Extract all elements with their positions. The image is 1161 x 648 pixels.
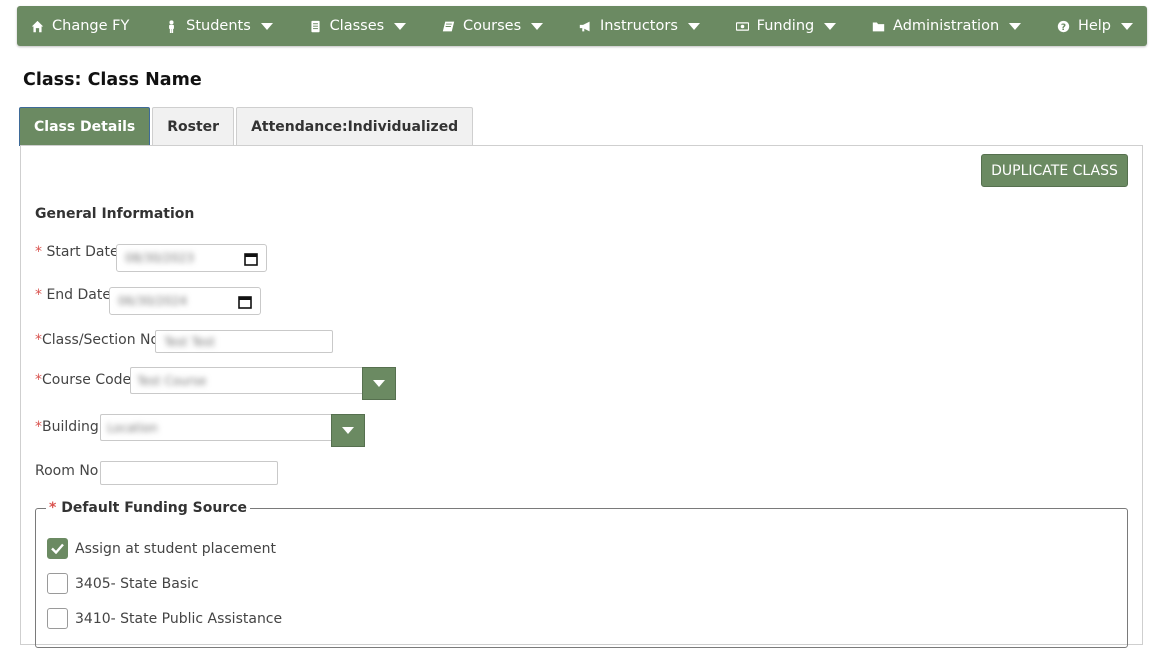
section-no-value: Test Test — [164, 334, 216, 349]
end-date-input[interactable]: 06/30/2024 — [109, 287, 261, 315]
course-code-dropdown-button[interactable] — [362, 367, 396, 400]
nav-funding[interactable]: Funding — [735, 18, 837, 34]
money-icon — [735, 21, 749, 31]
default-funding-source-legend-text: Default Funding Source — [61, 500, 248, 516]
checkbox-unchecked[interactable] — [47, 573, 68, 594]
nav-label: Instructors — [599, 18, 678, 34]
funding-option-label: 3410- State Public Assistance — [75, 610, 283, 627]
required-marker: * — [49, 500, 57, 516]
book-icon — [442, 21, 455, 31]
duplicate-class-button[interactable]: DUPLICATE CLASS — [981, 154, 1128, 187]
end-date-label: * End Date — [35, 287, 111, 303]
start-date-label-text: Start Date — [46, 244, 119, 260]
funding-option-assign-at-placement[interactable]: Assign at student placement — [47, 538, 276, 559]
start-date-label: * Start Date — [35, 244, 119, 260]
required-marker: * — [35, 244, 42, 260]
nav-label: Change FY — [52, 18, 130, 34]
section-no-input[interactable]: Test Test — [155, 330, 333, 353]
tab-class-details[interactable]: Class Details — [19, 107, 151, 146]
room-no-input[interactable] — [100, 461, 278, 485]
top-navigation-bar: Change FY Students Classes Courses Instr… — [17, 6, 1147, 46]
course-code-select[interactable]: Test Course — [130, 367, 363, 394]
section-no-label: *Class/Section No — [35, 332, 159, 348]
caret-down-icon — [394, 22, 407, 30]
tab-bar: Class Details Roster Attendance:Individu… — [19, 107, 475, 146]
folder-icon — [872, 21, 885, 31]
funding-option-label: Assign at student placement — [75, 540, 277, 557]
nav-change-fy[interactable]: Change FY — [31, 18, 129, 34]
classes-icon — [311, 20, 320, 32]
course-code-label: *Course Code — [35, 372, 131, 388]
section-no-label-text: Class/Section No — [42, 332, 160, 348]
room-no-label: Room No — [35, 463, 99, 479]
required-marker: * — [35, 332, 42, 348]
nav-label: Administration — [893, 18, 1000, 34]
building-select[interactable]: Location — [100, 414, 332, 441]
caret-down-icon — [1121, 22, 1133, 30]
caret-down-icon — [1009, 22, 1022, 30]
caret-down-icon — [260, 22, 273, 30]
nav-label: Funding — [756, 18, 815, 34]
caret-down-icon — [687, 22, 700, 30]
nav-help[interactable]: ? Help — [1057, 18, 1133, 34]
required-marker: * — [35, 372, 42, 388]
checkbox-unchecked[interactable] — [47, 608, 68, 629]
caret-down-icon — [824, 22, 837, 30]
nav-label: Students — [186, 18, 251, 34]
tab-attendance-individualized[interactable]: Attendance:Individualized — [236, 107, 474, 146]
nav-students[interactable]: Students — [165, 18, 273, 34]
question-icon: ? — [1057, 20, 1070, 32]
calendar-icon[interactable] — [244, 252, 258, 266]
course-code-value: Test Course — [137, 373, 207, 388]
page-title: Class: Class Name — [23, 70, 202, 90]
calendar-icon[interactable] — [238, 295, 252, 309]
required-marker: * — [35, 419, 42, 435]
funding-option-3410-state-public-assistance[interactable]: 3410- State Public Assistance — [47, 608, 282, 629]
end-date-value: 06/30/2024 — [118, 294, 188, 308]
nav-classes[interactable]: Classes — [309, 18, 407, 34]
nav-administration[interactable]: Administration — [872, 18, 1022, 34]
building-label-text: Building — [42, 419, 99, 435]
nav-label: Courses — [462, 18, 522, 34]
nav-label: Help — [1077, 18, 1111, 34]
tab-roster[interactable]: Roster — [152, 107, 235, 146]
section-heading-general-information: General Information — [35, 206, 195, 222]
caret-down-icon — [342, 427, 354, 434]
nav-label: Classes — [329, 18, 385, 34]
caret-down-icon — [531, 22, 544, 30]
building-value: Location — [107, 420, 158, 435]
checkmark-icon — [51, 543, 64, 554]
start-date-value: 08/30/2023 — [125, 251, 195, 265]
svg-text:?: ? — [1061, 22, 1066, 32]
megaphone-icon — [579, 21, 590, 31]
funding-option-3405-state-basic[interactable]: 3405- State Basic — [47, 573, 199, 594]
building-dropdown-button[interactable] — [331, 414, 365, 447]
start-date-input[interactable]: 08/30/2023 — [116, 244, 267, 272]
funding-option-label: 3405- State Basic — [75, 575, 199, 592]
nav-courses[interactable]: Courses — [442, 18, 544, 34]
default-funding-source-legend: * Default Funding Source — [46, 500, 251, 516]
required-marker: * — [35, 287, 42, 303]
course-code-label-text: Course Code — [42, 372, 132, 388]
home-icon — [31, 20, 44, 32]
end-date-label-text: End Date — [46, 287, 111, 303]
student-icon — [169, 19, 175, 33]
building-label: *Building — [35, 419, 99, 435]
nav-instructors[interactable]: Instructors — [579, 18, 700, 34]
checkbox-checked[interactable] — [47, 538, 68, 559]
caret-down-icon — [373, 380, 385, 387]
